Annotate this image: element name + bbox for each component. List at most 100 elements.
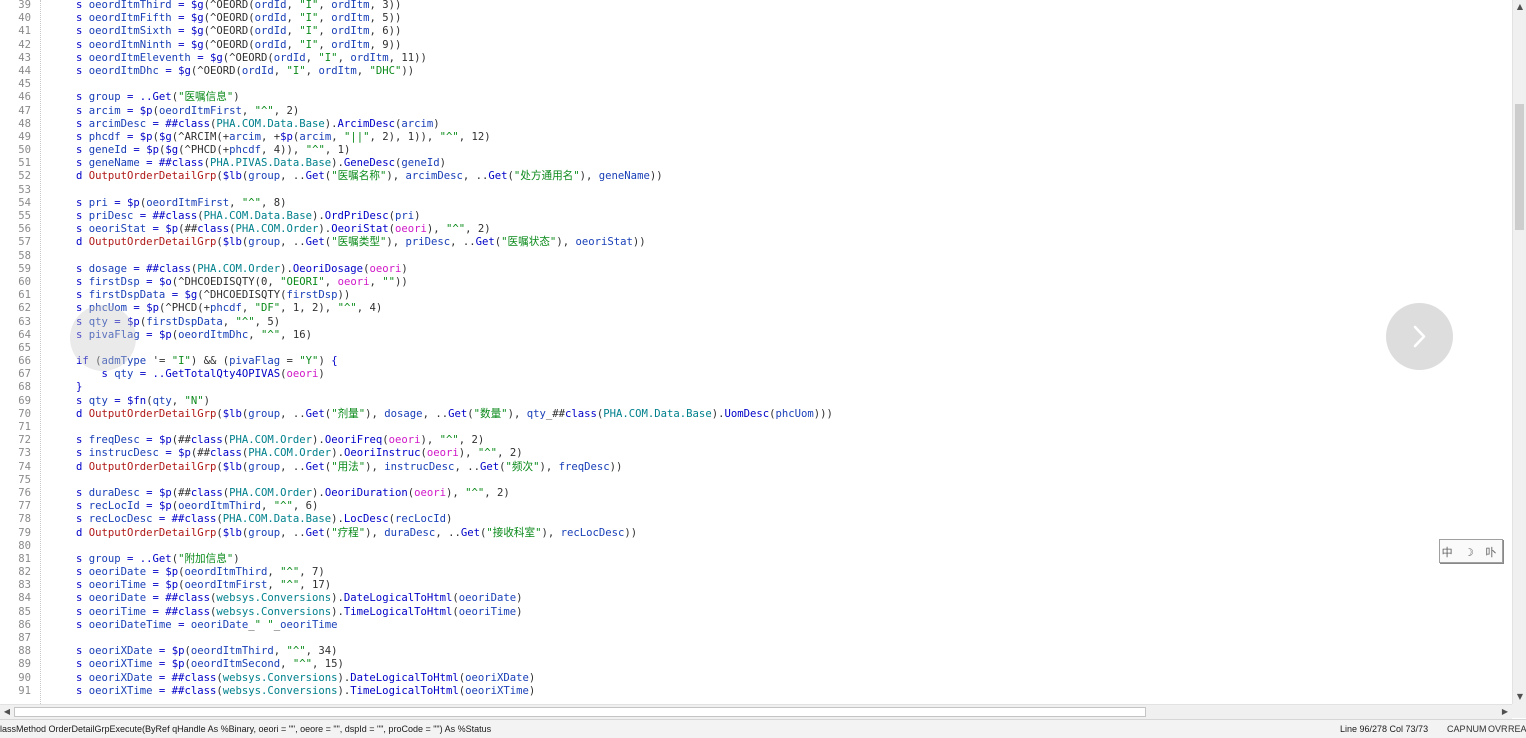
code-token: OeoriDuration — [324, 486, 408, 499]
code-line[interactable]: 78 s recLocDesc = ##class(PHA.COM.Data.Ba… — [0, 513, 1512, 526]
code-token: class — [190, 434, 223, 447]
code-line[interactable]: 53 — [0, 184, 1512, 197]
code-line[interactable]: 82 s oeoriDate = $p(oeordItmThird, "^", 7… — [0, 566, 1512, 579]
previous-page-button[interactable] — [70, 305, 136, 371]
code-token: $p — [165, 223, 179, 236]
code-token: , 2) — [458, 434, 485, 447]
code-editor[interactable]: 39 s oeordItmThird = $g(^OEORD(ordId, "I"… — [0, 0, 1512, 704]
code-line[interactable]: 75 — [0, 474, 1512, 487]
code-line[interactable]: 73 s instrucDesc = $p(##class(PHA.COM.Ord… — [0, 447, 1512, 460]
code-line[interactable]: 66 if (admType '= "I") && (pivaFlag = "Y"… — [0, 355, 1512, 368]
ime-toolbar-box[interactable]: 中 ☽ 卟 — [1439, 539, 1503, 563]
code-line[interactable]: 39 s oeordItmThird = $g(^OEORD(ordId, "I"… — [0, 0, 1512, 12]
code-line[interactable]: 55 s priDesc = ##class(PHA.COM.Data.Base)… — [0, 210, 1512, 223]
code-token: qty — [114, 368, 134, 381]
scroll-left-arrow-icon[interactable]: ◀ — [0, 705, 14, 719]
code-token: Get — [305, 460, 325, 473]
code-token: , .. — [280, 460, 306, 473]
line-source: s oeoriXTime = $p(oeordItmSecond, "^", 1… — [76, 658, 344, 671]
vertical-scrollbar[interactable]: ▲ ▼ — [1512, 0, 1526, 704]
code-line[interactable]: 43 s oeordItmEleventh = $g(^OEORD(ordId, … — [0, 52, 1512, 65]
code-line[interactable]: 86 s oeoriDateTime = oeoriDate_" "_oeoriT… — [0, 619, 1512, 632]
code-line[interactable]: 41 s oeordItmSixth = $g(^OEORD(ordId, "I"… — [0, 25, 1512, 38]
code-line[interactable]: 83 s oeoriTime = $p(oeordItmFirst, "^", 1… — [0, 579, 1512, 592]
code-line[interactable]: 62 s phcUom = $p(^PHCD(+phcdf, "DF", 1, 2… — [0, 302, 1512, 315]
horizontal-scroll-thumb[interactable] — [14, 707, 1146, 717]
code-line[interactable]: 70 d OutputOrderDetailGrp($lb(group, ..Ge… — [0, 408, 1512, 421]
code-line[interactable]: 67 s qty = ..GetTotalQty4OPIVAS(oeori) — [0, 368, 1512, 381]
code-token: , .. — [280, 407, 306, 420]
scroll-down-arrow-icon[interactable]: ▼ — [1513, 690, 1526, 704]
code-token: "DF" — [254, 302, 281, 315]
vertical-scroll-thumb[interactable] — [1515, 104, 1524, 230]
code-line[interactable]: 48 s arcimDesc = ##class(PHA.COM.Data.Bas… — [0, 118, 1512, 131]
line-number: 57 — [18, 236, 31, 249]
code-token: ordItm — [318, 64, 357, 77]
code-token: instrucDesc — [88, 447, 159, 460]
code-token: oeoriDate — [88, 592, 147, 605]
code-line[interactable]: 58 — [0, 250, 1512, 263]
code-line[interactable]: 45 — [0, 78, 1512, 91]
code-line[interactable]: 88 s oeoriXDate = $p(oeordItmThird, "^", … — [0, 645, 1512, 658]
code-token: ) — [233, 91, 240, 104]
code-line[interactable]: 52 d OutputOrderDetailGrp($lb(group, ..Ge… — [0, 170, 1512, 183]
code-token: = — [120, 104, 140, 117]
code-line[interactable]: 57 d OutputOrderDetailGrp($lb(group, ..Ge… — [0, 236, 1512, 249]
code-line[interactable]: 59 s dosage = ##class(PHA.COM.Order).Oeor… — [0, 263, 1512, 276]
code-line[interactable]: 46 s group = ..Get("医嘱信息") — [0, 91, 1512, 104]
code-line[interactable]: 44 s oeordItmDhc = $g(^OEORD(ordId, "I", … — [0, 65, 1512, 78]
code-line[interactable]: 56 s oeoriStat = $p(##class(PHA.COM.Order… — [0, 223, 1512, 236]
code-line[interactable]: 77 s recLocId = $p(oeordItmThird, "^", 6) — [0, 500, 1512, 513]
line-source: s oeoriStat = $p(##class(PHA.COM.Order).… — [76, 223, 491, 236]
code-token: ). — [331, 157, 344, 170]
code-line[interactable]: 89 s oeoriXTime = $p(oeordItmSecond, "^",… — [0, 658, 1512, 671]
next-page-button[interactable] — [1386, 303, 1453, 370]
code-token: websys.Conversions — [222, 671, 338, 684]
scroll-right-arrow-icon[interactable]: ▶ — [1498, 705, 1512, 719]
code-line[interactable]: 63 s qty = $p(firstDspData, "^", 5) — [0, 316, 1512, 329]
code-token: $g — [178, 64, 191, 77]
scroll-up-arrow-icon[interactable]: ▲ — [1513, 0, 1526, 14]
code-line[interactable]: 42 s oeordItmNinth = $g(^OEORD(ordId, "I"… — [0, 39, 1512, 52]
code-token: s — [76, 210, 89, 222]
code-line[interactable]: 60 s firstDsp = $o(^DHCOEDISQTY(0, "OEORI… — [0, 276, 1512, 289]
code-line[interactable]: 51 s geneName = ##class(PHA.PIVAS.Data.Ba… — [0, 157, 1512, 170]
code-token: (^ARCIM(+ — [171, 130, 230, 143]
code-line[interactable]: 47 s arcim = $p(oeordItmFirst, "^", 2) — [0, 105, 1512, 118]
code-line[interactable]: 84 s oeoriDate = ##class(websys.Conversio… — [0, 592, 1512, 605]
code-token: , — [229, 196, 242, 209]
code-line[interactable]: 81 s group = ..Get("附加信息") — [0, 553, 1512, 566]
ime-toolbar[interactable]: 中 ☽ 卟 — [1433, 537, 1513, 565]
code-line[interactable]: 71 — [0, 421, 1512, 434]
code-line[interactable]: 72 s freqDesc = $p(##class(PHA.COM.Order)… — [0, 434, 1512, 447]
code-line[interactable]: 91 s oeoriXTime = ##class(websys.Conversi… — [0, 685, 1512, 698]
code-line[interactable]: 74 d OutputOrderDetailGrp($lb(group, ..Ge… — [0, 461, 1512, 474]
code-area[interactable]: 39 s oeordItmThird = $g(^OEORD(ordId, "I"… — [0, 0, 1512, 698]
code-token: s — [76, 500, 89, 513]
code-token: , — [318, 38, 332, 51]
code-line[interactable]: 80 — [0, 540, 1512, 553]
code-token: ), — [426, 223, 447, 236]
code-token: , 8) — [261, 196, 287, 209]
line-number: 84 — [18, 592, 31, 605]
code-line[interactable]: 61 s firstDspData = $g(^DHCOEDISQTY(first… — [0, 289, 1512, 302]
code-line[interactable]: 40 s oeordItmFifth = $g(^OEORD(ordId, "I"… — [0, 12, 1512, 25]
code-line[interactable]: 87 — [0, 632, 1512, 645]
code-line[interactable]: 79 d OutputOrderDetailGrp($lb(group, ..Ge… — [0, 527, 1512, 540]
code-line[interactable]: 65 — [0, 342, 1512, 355]
code-line[interactable]: 68} — [0, 381, 1512, 394]
code-line[interactable]: 49 s phcdf = $p($g(^ARCIM(+arcim, +$p(arc… — [0, 131, 1512, 144]
horizontal-scrollbar[interactable]: ◀ ▶ — [0, 704, 1512, 719]
code-token: , — [261, 500, 274, 513]
code-line[interactable]: 69 s qty = $fn(qty, "N") — [0, 395, 1512, 408]
code-token: $p — [139, 104, 153, 117]
code-line[interactable]: 85 s oeoriTime = ##class(websys.Conversio… — [0, 606, 1512, 619]
code-line[interactable]: 54 s pri = $p(oeordItmFirst, "^", 8) — [0, 197, 1512, 210]
code-line[interactable]: 90 s oeoriXDate = ##class(websys.Conversi… — [0, 672, 1512, 685]
code-line[interactable]: 76 s duraDesc = $p(##class(PHA.COM.Order)… — [0, 487, 1512, 500]
code-token: class — [190, 486, 223, 499]
code-token: phcdf — [229, 144, 262, 157]
code-line[interactable]: 50 s geneId = $p($g(^PHCD(+phcdf, 4)), "^… — [0, 144, 1512, 157]
code-line[interactable]: 64 s pivaFlag = $p(oeordItmDhc, "^", 16) — [0, 329, 1512, 342]
code-token: websys.Conversions — [222, 684, 338, 697]
